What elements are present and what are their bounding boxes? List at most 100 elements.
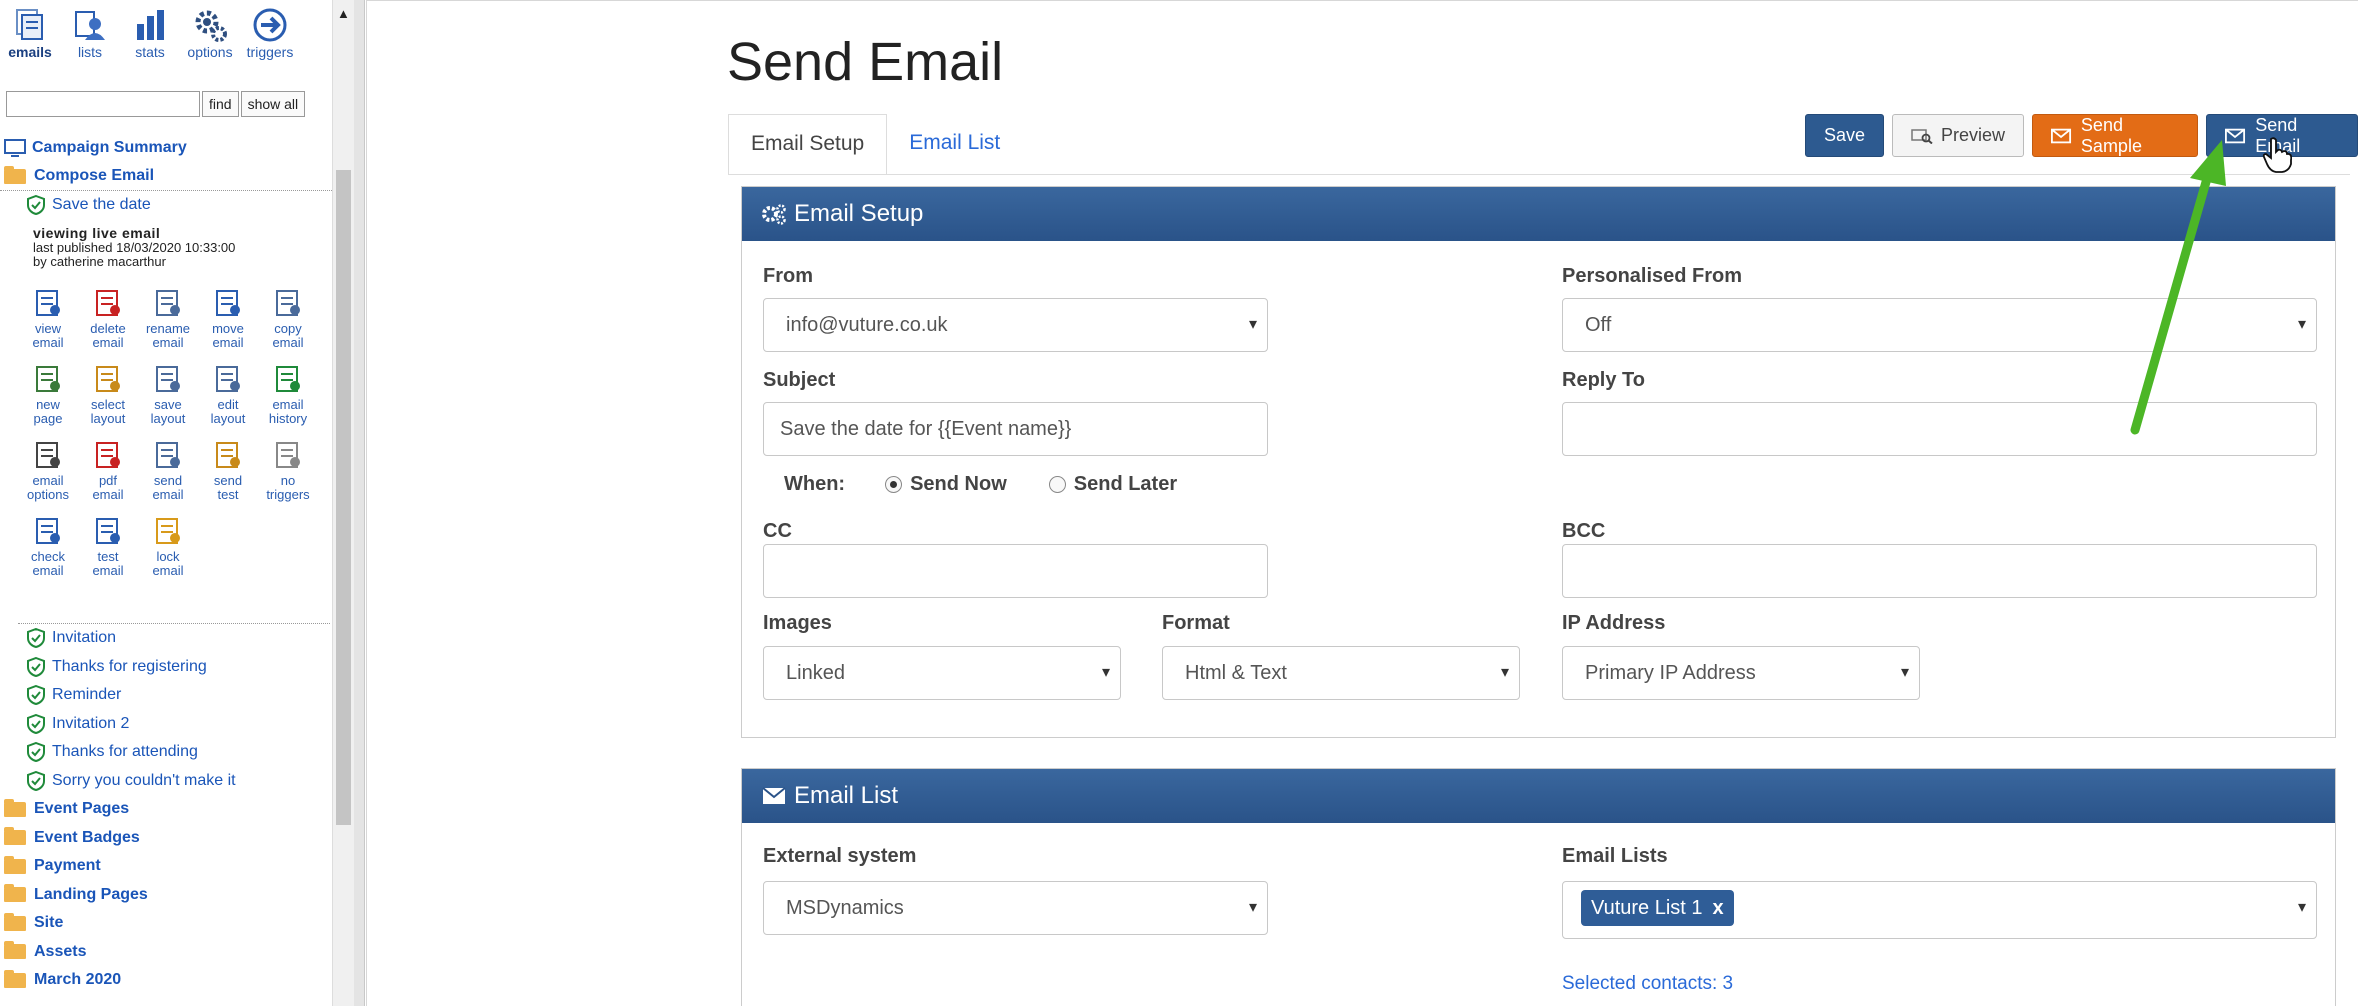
tab-email-list[interactable]: Email List <box>887 114 1022 175</box>
selected-contacts-link[interactable]: Selected contacts: 3 <box>1562 973 1733 995</box>
folder-item[interactable]: Assets <box>0 938 332 967</box>
triggers-arrow-icon <box>253 8 287 42</box>
compose-email-folder[interactable]: Compose Email <box>0 163 332 191</box>
preview-button[interactable]: Preview <box>1892 114 2025 157</box>
shield-check-icon <box>27 742 45 763</box>
tab-bar: Email Setup Email List <box>728 114 1022 175</box>
action-email-options[interactable]: email options <box>18 436 78 502</box>
folder-icon <box>4 884 26 903</box>
action-no-triggers[interactable]: no triggers <box>258 436 318 502</box>
save-button[interactable]: Save <box>1805 114 1885 157</box>
action-new-page[interactable]: new page <box>18 360 78 426</box>
personalised-from-select[interactable]: Off <box>1562 298 2317 352</box>
campaign-summary-item[interactable]: Campaign Summary <box>0 134 332 163</box>
folder-item[interactable]: Event Badges <box>0 824 332 853</box>
scrollbar-thumb[interactable] <box>336 170 351 825</box>
email-item[interactable]: Invitation 2 <box>0 710 332 739</box>
external-system-label: External system <box>763 845 917 867</box>
shield-check-icon <box>27 770 45 791</box>
send-test-icon <box>216 442 240 468</box>
remove-tag-icon[interactable]: x <box>1713 897 1724 920</box>
preview-icon <box>1911 128 1933 144</box>
email-actions-grid: view email delete email rename email move email… <box>18 284 328 578</box>
scroll-up-icon[interactable]: ▲ <box>337 6 350 21</box>
email-history-icon <box>276 366 300 392</box>
action-edit-layout[interactable]: edit layout <box>198 360 258 426</box>
action-copy-email[interactable]: copy email <box>258 284 318 350</box>
email-item[interactable]: Thanks for registering <box>0 653 332 682</box>
images-select[interactable]: Linked <box>763 646 1121 700</box>
sidebar-splitter[interactable] <box>354 0 365 1006</box>
bcc-input[interactable] <box>1562 544 2317 598</box>
last-published: last published 18/03/2020 10:33:00 <box>33 240 236 255</box>
cc-input[interactable] <box>763 544 1268 598</box>
email-lists-select[interactable]: Vuture List 1 x <box>1562 881 2317 939</box>
action-label: test <box>97 549 119 564</box>
folder-item[interactable]: Site <box>0 909 332 938</box>
reply-to-input[interactable] <box>1562 402 2317 456</box>
action-send-test[interactable]: send test <box>198 436 258 502</box>
action-select-layout[interactable]: select layout <box>78 360 138 426</box>
email-list-panel: Email List External system MSDynamics Em… <box>741 768 2336 1006</box>
action-send-email[interactable]: send email <box>138 436 198 502</box>
folder-item[interactable]: March 2020 <box>0 966 332 995</box>
from-select[interactable]: info@vuture.co.uk <box>763 298 1268 352</box>
ip-address-select[interactable]: Primary IP Address <box>1562 646 1920 700</box>
email-item[interactable]: Reminder <box>0 681 332 710</box>
shield-check-icon <box>27 713 45 734</box>
subject-input[interactable]: Save the date for {{Event name}} <box>763 402 1268 456</box>
email-item[interactable]: Sorry you couldn't make it <box>0 767 332 796</box>
shield-check-icon <box>27 628 45 649</box>
sidebar-scrollbar[interactable]: ▲ <box>332 0 354 1006</box>
action-view-email[interactable]: view email <box>18 284 78 350</box>
action-label: no <box>280 473 296 488</box>
action-label: email <box>212 335 244 350</box>
tab-emails[interactable]: emails <box>0 6 60 60</box>
tab-options[interactable]: options <box>180 6 240 60</box>
find-button[interactable]: find <box>202 91 239 117</box>
shield-check-icon <box>27 685 45 706</box>
action-label: email <box>152 563 184 578</box>
main-content: Send Email Email Setup Email List Save P… <box>366 0 2358 1006</box>
action-save-layout[interactable]: save layout <box>138 360 198 426</box>
email-options-icon <box>36 442 60 468</box>
action-label: options <box>27 487 69 502</box>
action-label: email <box>32 335 64 350</box>
action-rename-email[interactable]: rename email <box>138 284 198 350</box>
send-sample-button[interactable]: Send Sample <box>2032 114 2199 157</box>
options-gear-icon <box>195 10 227 42</box>
action-move-email[interactable]: move email <box>198 284 258 350</box>
tab-lists[interactable]: lists <box>60 6 120 60</box>
format-select[interactable]: Html & Text <box>1162 646 1520 700</box>
tab-email-setup[interactable]: Email Setup <box>728 114 888 175</box>
action-label: delete <box>90 321 126 336</box>
action-label: layout <box>150 411 186 426</box>
action-email-history[interactable]: email history <box>258 360 318 426</box>
email-item[interactable]: Invitation <box>0 624 332 653</box>
tab-triggers[interactable]: triggers <box>240 6 300 60</box>
sidebar: emails lists stats options triggers find <box>0 0 333 1006</box>
action-label: page <box>33 411 63 426</box>
action-delete-email[interactable]: delete email <box>78 284 138 350</box>
email-item-save-the-date[interactable]: Save the date <box>0 191 332 220</box>
send-later-radio[interactable] <box>1048 476 1066 493</box>
action-label: email <box>32 563 64 578</box>
external-system-select[interactable]: MSDynamics <box>763 881 1268 935</box>
email-item[interactable]: Thanks for attending <box>0 738 332 767</box>
action-pdf-email[interactable]: pdf email <box>78 436 138 502</box>
send-now-radio[interactable] <box>885 476 903 493</box>
folder-item[interactable]: Event Pages <box>0 795 332 824</box>
action-test-email[interactable]: test email <box>78 512 138 578</box>
folder-item[interactable]: Payment <box>0 852 332 881</box>
action-label: layout <box>90 411 126 426</box>
sidebar-search: find show all <box>6 91 306 117</box>
no-triggers-icon <box>276 442 300 468</box>
lock-email-icon <box>156 518 180 544</box>
action-check-email[interactable]: check email <box>18 512 78 578</box>
sidebar-search-input[interactable] <box>6 91 200 117</box>
action-lock-email[interactable]: lock email <box>138 512 198 578</box>
folder-item[interactable]: Landing Pages <box>0 881 332 910</box>
tab-stats[interactable]: stats <box>120 6 180 60</box>
show-all-button[interactable]: show all <box>240 91 306 117</box>
email-list-title: Email List <box>794 782 899 809</box>
